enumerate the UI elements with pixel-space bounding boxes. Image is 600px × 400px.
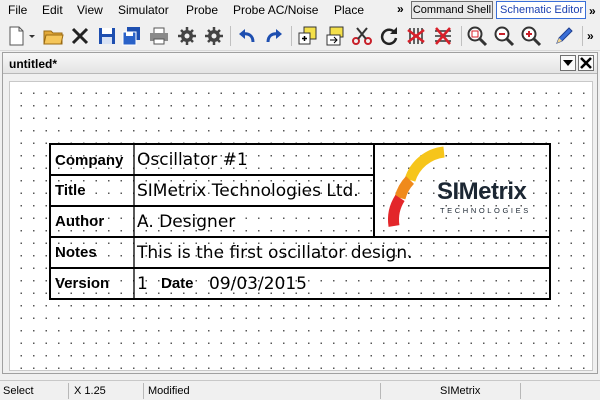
toolbar-overflow-chevron-icon[interactable]: » <box>587 29 594 43</box>
document-title: untitled* <box>9 57 57 71</box>
document-title-bar: untitled* <box>3 53 597 74</box>
command-shell-button[interactable]: Command Shell <box>411 1 493 19</box>
title-label: Title <box>55 182 86 199</box>
notes-label: Notes <box>55 244 97 261</box>
delete-selected-icon[interactable] <box>432 25 454 47</box>
status-bar: Select X 1.25 Modified SIMetrix <box>0 380 600 400</box>
title-value: SIMetrix Technologies Ltd. <box>137 181 359 201</box>
cut-scissors-icon[interactable] <box>351 25 373 47</box>
date-value: 09/03/2015 <box>209 274 307 294</box>
rotate-icon[interactable] <box>378 25 400 47</box>
open-folder-icon[interactable] <box>42 25 64 47</box>
schematic-document-window: untitled* Company Oscillator #1 Title SI… <box>2 52 598 374</box>
version-label: Version <box>55 275 110 292</box>
add-to-group-icon[interactable] <box>297 25 319 47</box>
redo-icon[interactable] <box>263 25 285 47</box>
toolbar-separator <box>291 26 292 46</box>
menu-overflow-chevron-icon[interactable]: » <box>397 2 404 16</box>
zoom-fit-icon[interactable] <box>466 25 488 47</box>
status-divider <box>520 383 521 399</box>
toolbar-separator <box>461 26 462 46</box>
menu-edit[interactable]: Edit <box>42 3 63 17</box>
menu-file[interactable]: File <box>8 3 27 17</box>
status-divider <box>380 383 381 399</box>
menu-probe-ac-noise[interactable]: Probe AC/Noise <box>233 3 318 17</box>
print-icon[interactable] <box>148 25 170 47</box>
dropdown-arrow-icon[interactable] <box>27 25 37 47</box>
save-all-icon[interactable] <box>121 25 143 47</box>
status-zoom: X 1.25 <box>74 385 106 397</box>
logo-wordmark: SIMetrix <box>437 178 527 205</box>
menu-simulator[interactable]: Simulator <box>118 3 169 17</box>
author-value: A. Designer <box>137 212 236 232</box>
menu-probe[interactable]: Probe <box>186 3 218 17</box>
date-label: Date <box>161 275 194 292</box>
logo-tagline: TECHNOLOGIES <box>440 206 531 215</box>
version-value: 1 <box>137 274 148 294</box>
new-document-icon[interactable] <box>5 25 27 47</box>
menu-bar: File Edit View Simulator Probe Probe AC/… <box>0 0 600 21</box>
schematic-editor-select[interactable]: Schematic Editor <box>496 1 586 19</box>
author-label: Author <box>55 213 105 230</box>
delete-wires-icon[interactable] <box>405 25 427 47</box>
toolbar-separator <box>230 26 231 46</box>
settings-gear-icon[interactable] <box>176 25 198 47</box>
document-close-icon[interactable] <box>578 55 594 71</box>
notes-value: This is the first oscillator design. <box>137 243 413 263</box>
insert-block-icon[interactable] <box>324 25 346 47</box>
company-value: Oscillator #1 <box>137 150 248 170</box>
schematic-canvas[interactable]: Company Oscillator #1 Title SIMetrix Tec… <box>9 81 593 371</box>
save-icon[interactable] <box>96 25 118 47</box>
zoom-in-icon[interactable] <box>520 25 542 47</box>
status-divider <box>143 383 144 399</box>
toolbar: » <box>0 21 600 51</box>
undo-icon[interactable] <box>236 25 258 47</box>
zoom-out-icon[interactable] <box>493 25 515 47</box>
company-label: Company <box>55 152 124 169</box>
close-x-icon[interactable] <box>69 25 91 47</box>
menu-view[interactable]: View <box>77 3 103 17</box>
right-overflow-chevron-icon[interactable]: » <box>589 4 596 18</box>
status-app: SIMetrix <box>440 385 481 397</box>
settings-gear-alt-icon[interactable] <box>203 25 225 47</box>
toolbar-separator <box>582 26 583 46</box>
menu-place[interactable]: Place <box>334 3 364 17</box>
document-menu-dropdown-icon[interactable] <box>560 55 576 71</box>
status-divider <box>68 383 69 399</box>
status-mode: Select <box>3 385 34 397</box>
status-state: Modified <box>148 385 190 397</box>
edit-pencil-icon[interactable] <box>553 25 575 47</box>
